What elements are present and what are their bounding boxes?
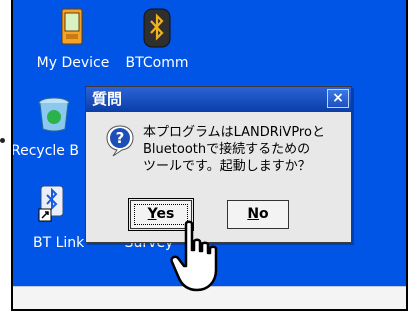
message-line: 本プログラムはLANDRiVProと (143, 125, 325, 140)
dialog-titlebar: 質問 × (86, 87, 351, 112)
pda-device-icon (61, 8, 83, 45)
bluetooth-link-shortcut-icon (38, 185, 64, 222)
recycle-bin-icon (38, 97, 70, 132)
yes-mnemonic: Y (147, 206, 157, 222)
svg-text:?: ? (116, 129, 125, 147)
desktop-icon-label: Recycle B (11, 143, 79, 159)
message-line: ツールです。起動しますか？ (143, 159, 311, 174)
bluetooth-app-icon (143, 8, 171, 48)
desktop-icon-label: My Device (36, 55, 110, 71)
no-button[interactable]: No (227, 200, 289, 229)
hand-pointer-icon (170, 220, 218, 292)
edge-marker (0, 138, 5, 143)
no-label: o (259, 206, 269, 222)
question-icon: ? (106, 125, 134, 157)
dialog-title: 質問 (92, 90, 123, 108)
dialog-message: 本プログラムはLANDRiVProと Bluetoothで接続するための ツール… (143, 124, 343, 175)
close-button[interactable]: × (327, 89, 349, 108)
message-line: Bluetoothで接続するための (143, 142, 311, 157)
desktop-icon-label: BTComm (125, 55, 189, 71)
close-icon: × (332, 90, 344, 106)
no-mnemonic: N (247, 206, 260, 222)
